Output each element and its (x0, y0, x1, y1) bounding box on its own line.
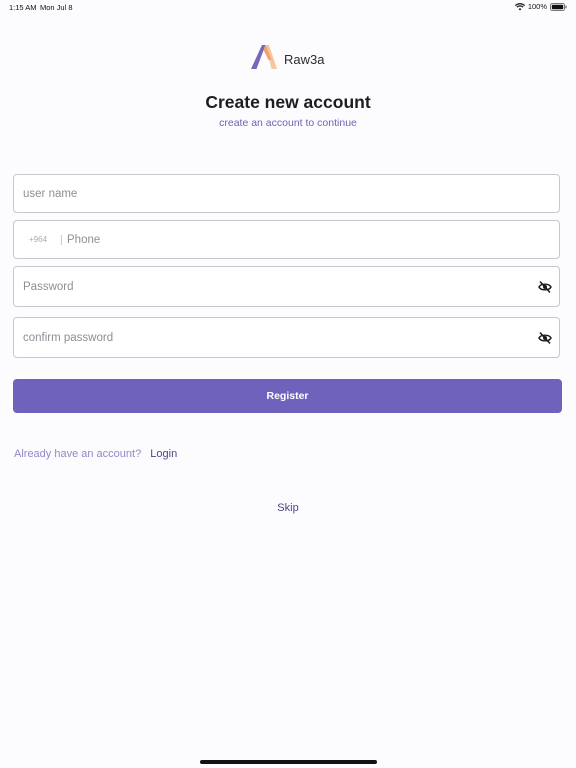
status-bar: 1:15 AM Mon Jul 8 100% (0, 0, 576, 14)
page-title: Create new account (205, 92, 371, 112)
login-link[interactable]: Login (150, 448, 177, 460)
username-field[interactable] (13, 174, 560, 213)
skip-link[interactable]: Skip (0, 502, 576, 514)
login-prompt: Already have an account? (14, 448, 142, 460)
page-subtitle: create an account to continue (219, 117, 357, 129)
raw3a-logo-icon (250, 44, 278, 75)
password-input[interactable] (23, 267, 523, 306)
phone-input[interactable] (67, 221, 547, 258)
wifi-icon (514, 2, 525, 11)
brand-name: Raw3a (284, 52, 325, 67)
phone-country-code: +964 (29, 235, 48, 244)
status-time: 1:15 AM (9, 3, 37, 12)
confirm-password-input[interactable] (23, 318, 523, 357)
status-date: Mon Jul 8 (40, 3, 73, 12)
register-button[interactable]: Register (13, 379, 562, 413)
battery-icon (550, 2, 567, 11)
phone-field[interactable]: +964 (13, 220, 560, 259)
username-input[interactable] (23, 175, 543, 212)
login-row: Already have an account? Login (14, 448, 177, 460)
brand: Raw3a (250, 44, 324, 75)
password-field[interactable] (13, 266, 560, 307)
eye-off-icon[interactable] (538, 331, 552, 345)
confirm-password-field[interactable] (13, 317, 560, 358)
status-indicators: 100% (514, 2, 567, 11)
eye-off-icon[interactable] (538, 280, 552, 294)
battery-percent: 100% (527, 2, 547, 11)
home-indicator (200, 760, 377, 764)
phone-divider (61, 235, 62, 245)
